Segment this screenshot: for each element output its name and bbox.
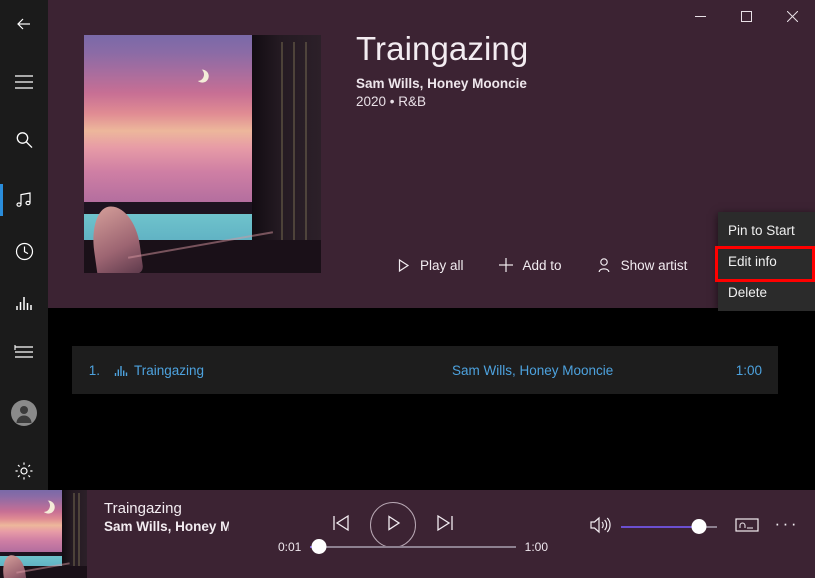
now-playing-artist: Sam Wills, Honey M — [104, 519, 229, 534]
sidebar-item-settings[interactable] — [0, 447, 48, 495]
sidebar-item-search[interactable] — [0, 116, 48, 164]
back-arrow-icon — [14, 14, 34, 34]
progress-thumb[interactable] — [311, 539, 327, 554]
page-title: Traingazing — [356, 30, 529, 67]
hamburger-menu-button[interactable] — [0, 58, 48, 106]
player-right-controls: ··· — [589, 512, 799, 542]
context-menu: Pin to Start Edit info Delete — [718, 212, 815, 311]
groove-music-window: Traingazing Sam Wills, Honey Mooncie 202… — [0, 0, 815, 578]
sidebar-item-my-music[interactable] — [0, 176, 48, 224]
now-playing-thumbnail[interactable] — [0, 490, 87, 578]
now-playing-info: Traingazing Sam Wills, Honey M — [104, 500, 304, 534]
album-artists: Sam Wills, Honey Mooncie — [356, 75, 527, 91]
track-duration: 1:00 — [735, 362, 762, 378]
sidebar-item-now-playing[interactable] — [0, 278, 48, 326]
sidebar-item-account[interactable] — [0, 389, 48, 437]
album-header: Traingazing Sam Wills, Honey Mooncie 202… — [48, 0, 815, 308]
person-icon — [596, 257, 612, 273]
settings-gear-icon — [14, 461, 34, 481]
close-button[interactable] — [769, 0, 815, 32]
next-icon — [434, 512, 456, 539]
progress-track[interactable] — [310, 539, 516, 554]
account-avatar-icon — [10, 399, 38, 427]
clock-icon — [14, 241, 35, 262]
sidebar-item-recent[interactable] — [0, 227, 48, 275]
previous-track-button[interactable] — [330, 512, 352, 539]
window-titlebar — [677, 0, 815, 32]
volume-icon — [589, 515, 611, 540]
plus-icon — [498, 257, 514, 273]
cast-to-device-button[interactable] — [734, 512, 759, 542]
player-more-options-button[interactable]: ··· — [775, 512, 799, 542]
album-year-genre: 2020 • R&B — [356, 93, 427, 109]
navigation-sidebar — [0, 0, 48, 543]
volume-slider[interactable] — [620, 519, 717, 534]
equalizer-icon — [14, 293, 34, 311]
track-index: 1. — [88, 362, 100, 378]
minimize-button[interactable] — [677, 0, 723, 32]
track-list: 1. Traingazing Sam Wills, Honey Mooncie … — [48, 308, 815, 490]
total-duration: 1:00 — [524, 540, 548, 554]
progress-bar[interactable]: 0:01 1:00 — [278, 539, 548, 554]
playlist-icon — [13, 344, 35, 362]
show-artist-button[interactable]: Show artist — [596, 250, 688, 280]
track-title[interactable]: Traingazing — [134, 363, 204, 378]
volume-thumb[interactable] — [691, 519, 707, 534]
search-icon — [14, 130, 34, 150]
active-indicator — [0, 184, 3, 216]
show-artist-label: Show artist — [620, 257, 688, 273]
play-triangle-icon — [383, 513, 403, 538]
album-action-bar: Play all Add to Show artist — [396, 250, 755, 280]
menu-item-edit-info[interactable]: Edit info — [718, 246, 815, 277]
equalizer-icon — [108, 364, 134, 377]
play-triangle-icon — [396, 258, 411, 273]
cast-icon — [734, 517, 759, 538]
add-to-label: Add to — [522, 257, 562, 273]
volume-button[interactable] — [589, 512, 611, 542]
sidebar-item-playlists[interactable] — [0, 329, 48, 377]
next-track-button[interactable] — [434, 512, 456, 539]
play-all-label: Play all — [420, 257, 464, 273]
add-to-button[interactable]: Add to — [498, 250, 562, 280]
track-artist[interactable]: Sam Wills, Honey Mooncie — [452, 363, 613, 378]
album-metadata: Traingazing Sam Wills, Honey Mooncie 202… — [356, 30, 756, 109]
now-playing-title: Traingazing — [104, 500, 182, 517]
player-bar: Traingazing Sam Wills, Honey M 0:01 1:00… — [0, 490, 815, 578]
hamburger-menu-icon — [14, 74, 34, 90]
volume-fill — [620, 526, 700, 528]
music-note-icon — [14, 190, 34, 210]
play-all-button[interactable]: Play all — [396, 250, 464, 280]
back-button[interactable] — [0, 0, 48, 48]
album-artwork — [84, 35, 321, 273]
previous-icon — [330, 512, 352, 539]
maximize-button[interactable] — [723, 0, 769, 32]
menu-item-pin-to-start[interactable]: Pin to Start — [718, 215, 815, 246]
menu-item-delete[interactable]: Delete — [718, 277, 815, 308]
table-row[interactable]: 1. Traingazing Sam Wills, Honey Mooncie … — [72, 346, 778, 394]
elapsed-time: 0:01 — [278, 540, 302, 554]
